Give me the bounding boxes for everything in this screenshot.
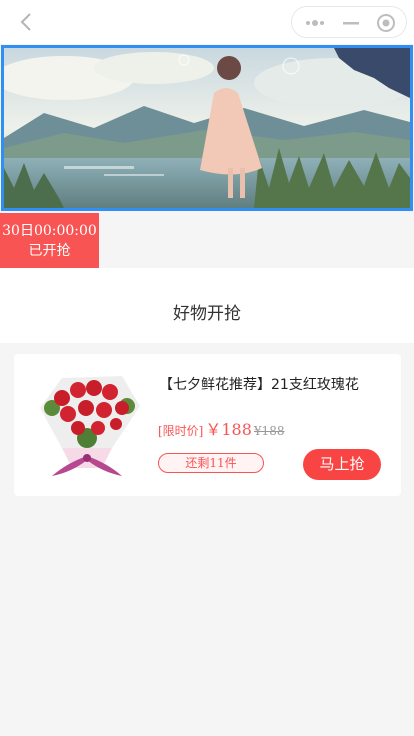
section-header: 好物开抢 — [0, 268, 414, 343]
buy-now-button[interactable]: 马上抢 — [303, 449, 381, 480]
mini-program-capsule — [291, 6, 407, 38]
price-value: ￥188 — [205, 420, 252, 439]
minimize-icon[interactable] — [342, 16, 360, 30]
price-row: [限时价] ￥188 ¥188 — [158, 416, 285, 439]
original-price: ¥188 — [253, 424, 285, 438]
more-dots-icon[interactable] — [304, 16, 326, 30]
flash-sale-status: 已开抢 — [28, 243, 71, 259]
target-icon[interactable] — [376, 13, 396, 33]
stock-badge: 还剩11件 — [158, 453, 264, 473]
banner-image[interactable] — [1, 45, 413, 211]
page: 30日00:00:00 已开抢 好物开抢 【七夕鲜花推荐】21支红玫瑰花 [限时… — [0, 0, 414, 736]
flash-sale-tag: 30日00:00:00 已开抢 — [0, 213, 99, 277]
flash-sale-time: 30日00:00:00 — [2, 223, 97, 239]
navigation-bar — [0, 0, 414, 44]
banner-illustration — [4, 48, 410, 208]
product-card[interactable]: 【七夕鲜花推荐】21支红玫瑰花 [限时价] ￥188 ¥188 还剩11件 马上抢 — [14, 354, 401, 496]
chevron-left-icon[interactable] — [16, 11, 38, 33]
section-title: 好物开抢 — [173, 304, 241, 324]
product-title[interactable]: 【七夕鲜花推荐】21支红玫瑰花 — [159, 374, 389, 394]
product-image[interactable] — [32, 368, 144, 484]
price-label: [限时价] — [158, 424, 204, 438]
